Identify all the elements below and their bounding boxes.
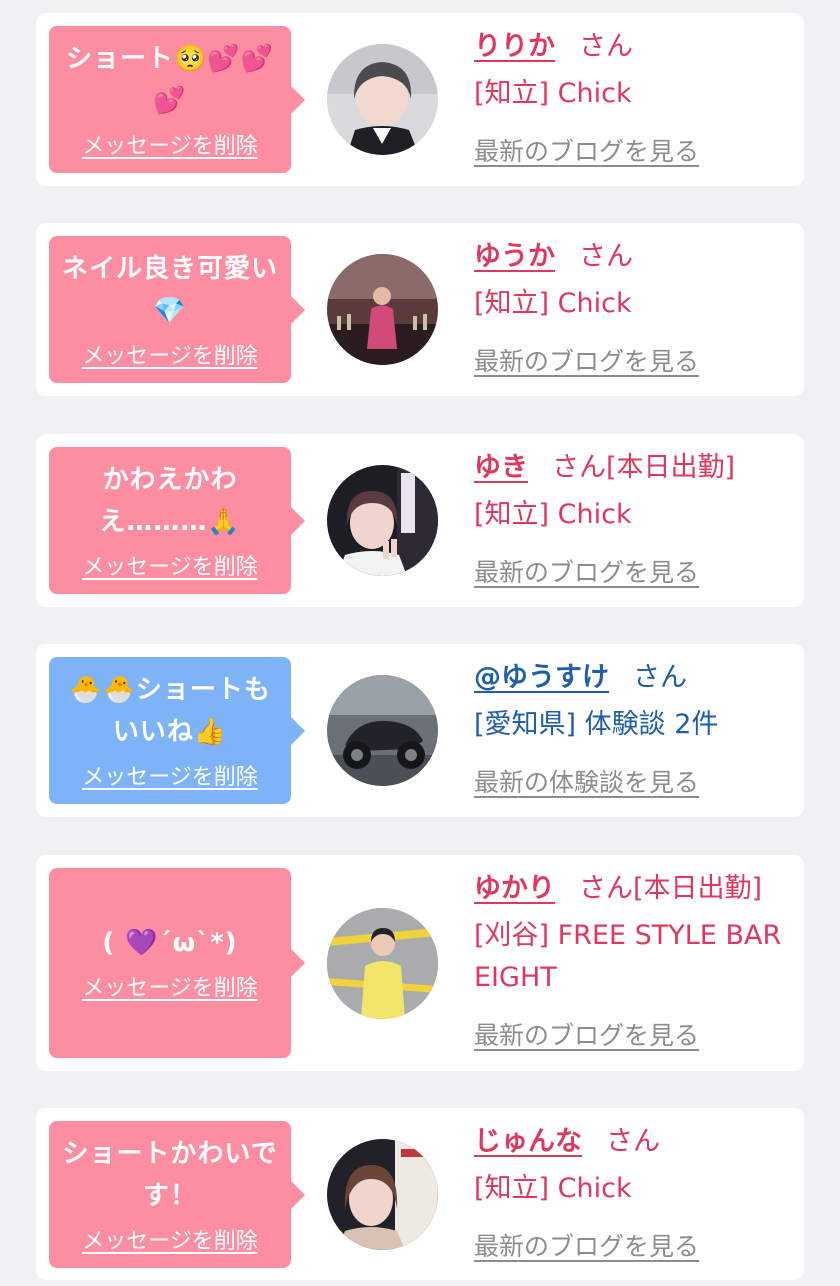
message-list: ショート🥺💕💕💕 メッセージを削除 りりか さん [知立] Chick 最新のブロ… (0, 0, 840, 1286)
message-card: 🐣🐣ショートもいいね👍 メッセージを削除 @ゆうすけ さん [愛知県] 体験談 2… (36, 644, 804, 817)
sender-info: ゆき さん[本日出勤] [知立] Chick (474, 448, 790, 536)
latest-blog-link[interactable]: 最新のブログを見る (474, 345, 699, 379)
name-suffix: さん (606, 1126, 660, 1157)
latest-experience-link[interactable]: 最新の体験談を見る (474, 766, 699, 800)
person-yellow-hoodie-avatar[interactable] (327, 908, 438, 1019)
sender-info: @ゆうすけ さん [愛知県] 体験談 2件 (474, 658, 790, 746)
delete-message-link[interactable]: メッセージを削除 (82, 1227, 258, 1257)
woman-in-bar-avatar[interactable] (327, 254, 438, 365)
sender-name-link[interactable]: @ゆうすけ (474, 662, 609, 693)
message-card: ショート🥺💕💕💕 メッセージを削除 りりか さん [知立] Chick 最新のブロ… (36, 13, 804, 186)
shop-label: [知立] Chick (474, 78, 632, 109)
message-bubble: ( 💜´ω`*) メッセージを削除 (49, 868, 305, 1058)
delete-message-link[interactable]: メッセージを削除 (82, 553, 258, 583)
sender-name-link[interactable]: ゆうか (474, 241, 555, 272)
woman-poster-avatar[interactable] (327, 1139, 438, 1250)
delete-message-link[interactable]: メッセージを削除 (82, 132, 258, 162)
sender-info: じゅんな さん [知立] Chick (474, 1122, 790, 1210)
message-bubble: 🐣🐣ショートもいいね👍 メッセージを削除 (49, 657, 305, 804)
message-text: 🐣🐣ショートもいいね👍 (69, 674, 271, 747)
name-suffix: さん (579, 31, 633, 62)
sender-name-link[interactable]: ゆき (474, 452, 528, 483)
name-suffix: さん (579, 241, 633, 272)
sender-name-link[interactable]: ゆかり (474, 873, 555, 904)
message-bubble: ネイル良き可愛い💎 メッセージを削除 (49, 236, 305, 383)
shop-label: [知立] Chick (474, 288, 632, 319)
message-bubble: ショート🥺💕💕💕 メッセージを削除 (49, 26, 305, 173)
delete-message-link[interactable]: メッセージを削除 (82, 342, 258, 372)
message-bubble: かわえかわえ………🙏 メッセージを削除 (49, 447, 305, 594)
message-card: ネイル良き可愛い💎 メッセージを削除 ゆうか さん [知立] Chick 最新のブ… (36, 223, 804, 396)
shop-label: [知立] Chick (474, 499, 632, 530)
name-suffix: さん[本日出勤] (552, 452, 736, 483)
message-bubble: ショートかわいです！ メッセージを削除 (49, 1121, 305, 1268)
sender-info: ゆかり さん[本日出勤] [刈谷] FREE STYLE BAR EIGHT (474, 869, 790, 999)
sender-name-link[interactable]: じゅんな (474, 1126, 582, 1157)
motorcycle-avatar[interactable] (327, 675, 438, 786)
message-text: かわえかわえ………🙏 (99, 464, 241, 537)
shop-label: [愛知県] 体験談 2件 (474, 709, 719, 740)
message-text: ( 💜´ω`*) (102, 928, 238, 958)
shop-label: [刈谷] FREE STYLE BAR EIGHT (474, 920, 782, 993)
name-suffix: さん (633, 662, 687, 693)
message-card: ショートかわいです！ メッセージを削除 じゅんな さん [知立] Chick 最新… (36, 1108, 804, 1280)
message-text: ショート🥺💕💕💕 (65, 43, 275, 116)
sender-info: ゆうか さん [知立] Chick (474, 237, 790, 325)
sender-info: りりか さん [知立] Chick (474, 27, 790, 115)
name-suffix: さん[本日出勤] (579, 873, 763, 904)
message-card: かわえかわえ………🙏 メッセージを削除 ゆき さん[本日出勤] [知立] Chic… (36, 434, 804, 607)
latest-blog-link[interactable]: 最新のブログを見る (474, 1019, 699, 1053)
latest-blog-link[interactable]: 最新のブログを見る (474, 135, 699, 169)
latest-blog-link[interactable]: 最新のブログを見る (474, 1230, 699, 1264)
message-text: ショートかわいです！ (62, 1138, 278, 1211)
woman-portrait-avatar[interactable] (327, 44, 438, 155)
message-text: ネイル良き可愛い💎 (61, 253, 278, 326)
delete-message-link[interactable]: メッセージを削除 (82, 763, 258, 793)
shop-label: [知立] Chick (474, 1173, 632, 1204)
delete-message-link[interactable]: メッセージを削除 (82, 974, 258, 1004)
sender-name-link[interactable]: りりか (474, 31, 555, 62)
woman-peace-sign-avatar[interactable] (327, 465, 438, 576)
latest-blog-link[interactable]: 最新のブログを見る (474, 556, 699, 590)
message-card: ( 💜´ω`*) メッセージを削除 ゆかり さん[本日出勤] [刈谷] FREE … (36, 855, 804, 1071)
